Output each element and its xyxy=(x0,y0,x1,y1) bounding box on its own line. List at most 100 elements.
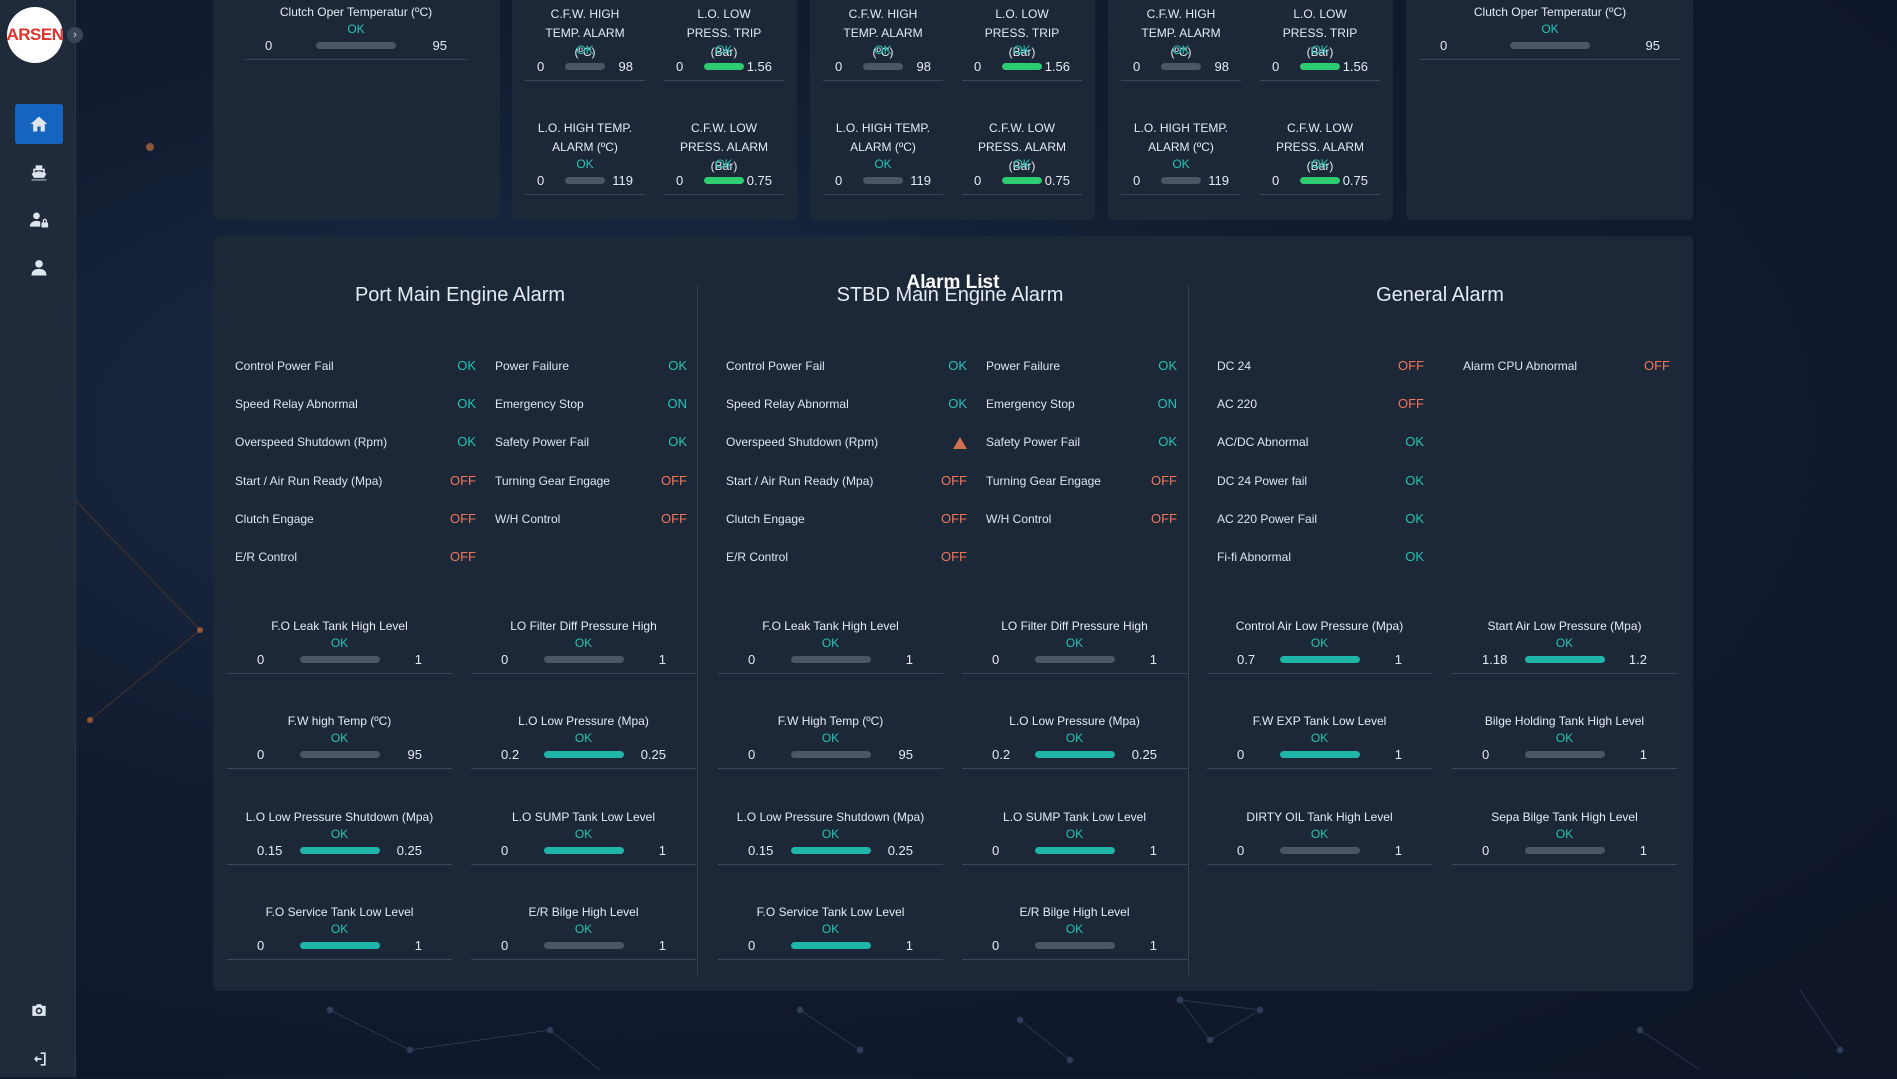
gauge-title: F.O Leak Tank High Level xyxy=(762,619,899,633)
alarm-status: OFF xyxy=(1151,511,1177,526)
gauge-max: 98 xyxy=(618,58,633,74)
logo-text: ARSEN xyxy=(7,25,63,44)
gauge-title: L.O. HIGH TEMP. ALARM (ºC) xyxy=(537,121,633,154)
gauge-max: 1 xyxy=(1639,746,1647,762)
gauge-fill xyxy=(1002,176,1042,184)
gauge-max: 1 xyxy=(1394,842,1402,858)
gauge-max: 1 xyxy=(905,937,913,953)
gauge: F.W High Temp (ºC) OK 0 95 xyxy=(718,712,943,769)
gauge: F.W EXP Tank Low Level OK 0 1 xyxy=(1207,712,1432,769)
gauge-title: Control Air Low Pressure (Mpa) xyxy=(1235,619,1404,633)
gauge-max: 1 xyxy=(658,937,666,953)
gauge: LO Filter Diff Pressure High OK 0 1 xyxy=(471,617,696,674)
warning-icon xyxy=(953,437,967,449)
screenshot-button[interactable] xyxy=(15,990,63,1030)
gauge-title: DIRTY OIL Tank High Level xyxy=(1246,810,1393,824)
sidebar-item-ship[interactable] xyxy=(15,152,63,192)
gauge-bar xyxy=(543,750,624,758)
app-logo[interactable]: ARSEN xyxy=(7,7,63,63)
gauge-bar xyxy=(790,655,871,663)
sidebar: ARSEN › xyxy=(0,0,83,1079)
gauge-title: L.O. LOW PRESS. TRIP (Bar) xyxy=(1282,7,1358,59)
gauge-title: Sepa Bilge Tank High Level xyxy=(1491,810,1638,824)
gauge-underline xyxy=(227,768,452,769)
gauge: Bilge Holding Tank High Level OK 0 1 xyxy=(1452,712,1677,769)
gauge-max: 95 xyxy=(432,37,447,53)
gauge-fill xyxy=(543,750,624,758)
gauge-bar xyxy=(299,941,380,949)
gauge-bar xyxy=(1161,176,1201,184)
gauge-underline xyxy=(664,194,784,195)
alarm-label: E/R Control xyxy=(235,550,298,564)
gauge-title: F.O Leak Tank High Level xyxy=(271,619,408,633)
gauge-status: OK xyxy=(1065,731,1084,745)
gauge-status: OK xyxy=(574,827,593,841)
gauge-title: F.W EXP Tank Low Level xyxy=(1252,714,1387,728)
alarm-label: Power Failure xyxy=(495,359,570,373)
gauge: F.O Service Tank Low Level OK 0 1 xyxy=(718,903,943,960)
gauge-fill xyxy=(704,62,744,70)
gauge-bar xyxy=(543,655,624,663)
alarm-status: OFF xyxy=(941,549,967,564)
gauge-status: OK xyxy=(1065,636,1084,650)
gauge-title: Clutch Oper Temperatur (ºC) xyxy=(279,5,433,19)
gauge-bar xyxy=(790,750,871,758)
gauge-max: 1 xyxy=(414,937,422,953)
gauge-underline xyxy=(718,673,943,674)
sidebar-item-user[interactable] xyxy=(15,248,63,288)
alarm-status: OK xyxy=(1158,434,1177,449)
gauge-min: 0 xyxy=(676,172,684,188)
gauge-fill xyxy=(790,941,871,949)
gauge-max: 1.56 xyxy=(1044,58,1070,74)
logout-button[interactable] xyxy=(15,1039,63,1079)
gauge-bar xyxy=(1002,176,1042,184)
gauge-min: 0 xyxy=(257,746,265,762)
gauge-max: 1.56 xyxy=(1342,58,1368,74)
gauge-underline xyxy=(471,959,696,960)
gauge-fill xyxy=(1279,750,1360,758)
gauge-bar xyxy=(543,846,624,854)
gauge-min: 0 xyxy=(992,842,1000,858)
gauge-title: L.O Low Pressure (Mpa) xyxy=(518,714,649,728)
gauge-status: OK xyxy=(1013,43,1031,57)
gauge: C.F.W. HIGH TEMP. ALARM (ºC) OK 0 98 xyxy=(823,5,943,81)
gauge-min: 0 xyxy=(1133,172,1141,188)
gauge-title: E/R Bilge High Level xyxy=(528,905,639,919)
sidebar-item-user-lock[interactable] xyxy=(15,200,63,240)
gauge-fill xyxy=(1034,750,1115,758)
gauge-status: OK xyxy=(1310,636,1329,650)
gauge-max: 1 xyxy=(658,651,666,667)
gauge-max: 1.56 xyxy=(746,58,772,74)
gauge: L.O. LOW PRESS. TRIP (Bar) OK 0 1.56 xyxy=(664,5,784,81)
general-section-title: General Alarm xyxy=(1376,284,1504,306)
gauge-min: 0 xyxy=(501,842,509,858)
gauge-underline xyxy=(962,80,1082,81)
alarm-status: OK xyxy=(1405,549,1424,564)
gauge-title: C.F.W. HIGH TEMP. ALARM (ºC) xyxy=(843,7,923,59)
alarm-label: Fi-fi Abnormal xyxy=(1217,550,1292,564)
gauge-underline xyxy=(471,673,696,674)
gauge-min: 0 xyxy=(676,58,684,74)
gauge-status: OK xyxy=(1310,827,1329,841)
gauge-min: 1.18 xyxy=(1482,651,1508,667)
gauge-title: L.O Low Pressure (Mpa) xyxy=(1009,714,1140,728)
gauge-bar xyxy=(299,846,380,854)
gauge-max: 1 xyxy=(1394,651,1402,667)
gauge-max: 1 xyxy=(905,651,913,667)
gauge-underline xyxy=(1260,80,1380,81)
sidebar-item-home[interactable] xyxy=(15,104,63,144)
gauge: L.O Low Pressure Shutdown (Mpa) OK 0.15 0… xyxy=(227,808,452,865)
gauge-status: OK xyxy=(1555,827,1574,841)
home-icon xyxy=(30,116,48,132)
gauge-title: L.O. LOW PRESS. TRIP (Bar) xyxy=(686,7,762,59)
gauge: E/R Bilge High Level OK 0 1 xyxy=(471,903,696,960)
gauge: E/R Bilge High Level OK 0 1 xyxy=(962,903,1187,960)
gauge-bar xyxy=(704,62,744,70)
gauge-bar xyxy=(790,941,871,949)
sidebar-toggle-button[interactable]: › xyxy=(67,27,83,43)
alarm-label: AC 220 xyxy=(1217,397,1258,411)
gauge-max: 95 xyxy=(898,746,913,762)
gauge-underline xyxy=(227,864,452,865)
gauge-bar xyxy=(863,62,903,70)
gauge-title: E/R Bilge High Level xyxy=(1019,905,1130,919)
